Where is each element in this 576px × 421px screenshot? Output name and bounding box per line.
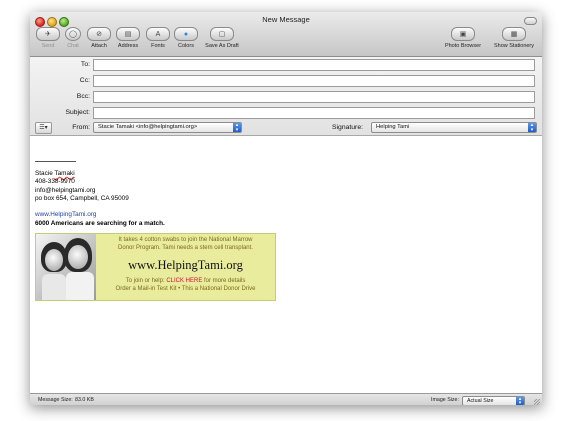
message-headers: To: Cc: Bcc: Subject: ☰▾ From: Stacie Ta… [30,57,542,136]
draft-icon: ▢ [210,27,234,41]
show-stationery-button[interactable]: ▦ Show Stationery [488,27,540,49]
from-label: From: [72,124,90,131]
popup-arrows-icon: ▴ ▾ [233,123,241,132]
website-link[interactable]: www.HelpingTami.org [35,211,96,218]
signature-separator [35,161,76,162]
color-wheel-icon: ● [174,27,198,41]
subject-field[interactable] [93,107,535,119]
click-here-link[interactable]: CLICK HERE [166,278,202,284]
signature-phone: 408-338-9970 [35,178,75,186]
bcc-label: Bcc: [76,93,90,100]
from-row: ☰▾ From: Stacie Tamaki <info@helpingtami… [30,122,542,134]
image-size-label: Image Size: [431,397,459,403]
signature-block: Stacie Tamaki 408-338-9970 info@helpingt… [35,170,165,228]
message-size-label: Message Size: [38,397,73,403]
banner-line-2: Donor Program. Tami needs a stem cell tr… [118,245,253,251]
fonts-icon: A [146,27,170,41]
address-button[interactable]: ▤ Address [114,27,142,49]
bcc-field[interactable] [93,91,535,103]
from-popup[interactable]: Stacie Tamaki <info@helpingtami.org> ▴ ▾ [93,122,242,133]
popup-arrows-icon: ▴ ▾ [516,396,524,405]
cc-field[interactable] [93,75,535,87]
header-options-button[interactable]: ☰▾ [35,122,52,134]
signature-tagline: 6000 Americans are searching for a match… [35,219,165,227]
to-label: To: [80,61,90,68]
image-size-value: Actual Size [467,397,494,404]
window-title: New Message [262,15,310,24]
signature-value: Helping Tami [376,124,410,130]
photo-browser-icon: ▣ [451,27,475,41]
toolbar-toggle-button[interactable] [524,17,537,25]
signature-name: Stacie Tamaki [35,170,75,177]
subject-label: Subject: [65,109,90,116]
banner-footer: Order a Mail-in Test Kit • This a Nation… [115,286,256,292]
from-value: Stacie Tamaki <info@helpingtami.org> [98,124,198,130]
signature-label: Signature: [332,124,363,131]
status-bar: Message Size: 83.0 KB Image Size: Actual… [30,393,542,405]
banner-url: www.HelpingTami.org [128,258,243,272]
chat-icon: ◯ [65,27,81,41]
stationery-icon: ▦ [502,27,526,41]
donor-banner-image[interactable]: It takes 4 cotton swabs to join the Nati… [35,233,276,301]
mail-compose-window: New Message ✈ Send ◯ Chat ⊘ Attach ▤ Add… [30,12,542,405]
photo-browser-button[interactable]: ▣ Photo Browser [440,27,486,49]
address-book-icon: ▤ [116,27,140,41]
chat-button[interactable]: ◯ Chat [62,27,84,49]
cc-row: Cc: [30,75,542,87]
resize-grip-icon[interactable] [534,399,540,405]
attach-button[interactable]: ⊘ Attach [86,27,112,49]
send-icon: ✈ [36,27,60,41]
image-size-popup[interactable]: Actual Size ▴ ▾ [462,395,525,405]
to-row: To: [30,59,542,71]
title-bar: New Message ✈ Send ◯ Chat ⊘ Attach ▤ Add… [30,12,542,57]
send-button[interactable]: ✈ Send [34,27,62,49]
popup-arrows-icon: ▴ ▾ [528,123,536,132]
signature-popup[interactable]: Helping Tami ▴ ▾ [371,122,537,133]
cc-label: Cc: [79,77,90,84]
save-as-draft-button[interactable]: ▢ Save As Draft [200,27,244,49]
fonts-button[interactable]: A Fonts [145,27,171,49]
banner-join-line: To join or help: CLICK HERE for more det… [125,278,246,284]
signature-email: info@helpingtami.org [35,186,96,194]
to-field[interactable] [93,59,535,71]
bcc-row: Bcc: [30,91,542,103]
subject-row: Subject: [30,107,542,119]
colors-button[interactable]: ● Colors [173,27,199,49]
message-size-value: 83.0 KB [75,397,94,403]
paperclip-icon: ⊘ [87,27,111,41]
signature-address: po box 654, Campbell, CA 95009 [35,194,129,202]
banner-line-1: It takes 4 cotton swabs to join the Nati… [118,237,253,243]
message-body[interactable]: Stacie Tamaki 408-338-9970 info@helpingt… [30,136,542,393]
banner-photo [36,234,96,300]
